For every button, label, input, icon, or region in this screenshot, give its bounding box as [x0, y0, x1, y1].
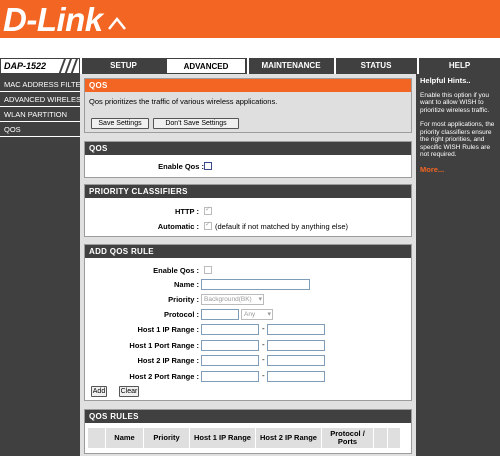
qos-rules-title: QOS RULES [85, 410, 411, 423]
column-header-name: Name [106, 428, 144, 448]
left-sidebar: MAC ADDRESS FILTER ADVANCED WIRELESS WLA… [0, 74, 86, 456]
sidebar-item-qos[interactable]: QOS [0, 123, 80, 137]
hint-text: For most applications, the priority clas… [420, 121, 495, 158]
page-title: QOS [85, 79, 411, 92]
host1-ip-end-input[interactable] [267, 324, 325, 335]
tab-setup[interactable]: SETUP [80, 58, 165, 74]
automatic-checkbox[interactable] [204, 220, 212, 230]
priority-label: Priority : [168, 295, 199, 304]
priority-classifiers-panel: PRIORITY CLASSIFIERS HTTP : Automatic : … [84, 184, 412, 237]
enable-qos-label: Enable Qos : [158, 162, 204, 171]
host2-ip-end-input[interactable] [267, 355, 325, 366]
qos-panel: QOS Enable Qos : [84, 141, 412, 178]
tab-advanced[interactable]: ADVANCED [166, 58, 246, 74]
rule-enable-qos-label: Enable Qos : [153, 266, 199, 275]
add-qos-rule-panel: ADD QOS RULE Enable Qos : Name : Priorit… [84, 244, 412, 401]
host1-port-end-input[interactable] [267, 340, 325, 351]
range-separator: - [262, 324, 265, 333]
http-label: HTTP : [174, 207, 199, 216]
hints-title: Helpful Hints.. [420, 76, 471, 85]
sidebar-item-wlan-partition[interactable]: WLAN PARTITION [0, 108, 80, 122]
priority-classifiers-title: PRIORITY CLASSIFIERS [85, 185, 411, 198]
priority-select[interactable]: Background(BK) [201, 294, 264, 305]
rule-enable-qos-checkbox[interactable] [204, 266, 212, 274]
range-separator: - [262, 355, 265, 364]
range-separator: - [262, 340, 265, 349]
host1-port-range-label: Host 1 Port Range : [129, 341, 199, 350]
qos-rules-table-header: Name Priority Host 1 IP Range Host 2 IP … [88, 428, 401, 448]
column-header-protocol-ports: Protocol / Ports [322, 428, 374, 448]
more-link[interactable]: More... [420, 165, 496, 174]
host1-ip-range-label: Host 1 IP Range : [137, 325, 199, 334]
dont-save-settings-button[interactable]: Don't Save Settings [153, 118, 239, 129]
host2-port-end-input[interactable] [267, 371, 325, 382]
qos-section-title: QOS [85, 142, 411, 155]
model-slash [70, 59, 78, 75]
automatic-label: Automatic : [157, 222, 199, 231]
tab-maintenance[interactable]: MAINTENANCE [247, 58, 333, 74]
intro-panel: QOS Qos prioritizes the traffic of vario… [84, 78, 412, 133]
header-band [0, 38, 500, 52]
host2-ip-range-label: Host 2 IP Range : [137, 356, 199, 365]
sidebar-item-mac-address-filter[interactable]: MAC ADDRESS FILTER [0, 78, 86, 92]
clear-rule-button[interactable]: Clear [119, 386, 139, 397]
intro-description: Qos prioritizes the traffic of various w… [89, 97, 278, 106]
table-header-blank [388, 428, 401, 448]
header-banner: D-Link [0, 0, 500, 52]
add-qos-rule-title: ADD QOS RULE [85, 245, 411, 258]
table-header-blank [374, 428, 388, 448]
helpful-hints-panel: Helpful Hints.. Enable this option if yo… [416, 74, 500, 456]
tab-help[interactable]: HELP [417, 58, 500, 74]
protocol-label: Protocol : [164, 310, 199, 319]
sidebar-item-advanced-wireless[interactable]: ADVANCED WIRELESS [0, 93, 86, 107]
host2-port-range-label: Host 2 Port Range : [129, 372, 199, 381]
http-checkbox[interactable] [204, 205, 212, 215]
hint-text: Enable this option if you want to allow … [420, 91, 490, 114]
host1-port-start-input[interactable] [201, 340, 259, 351]
table-header-blank [88, 428, 106, 448]
host2-port-start-input[interactable] [201, 371, 259, 382]
protocol-select[interactable]: Any [241, 309, 273, 320]
column-header-host2-ip-range: Host 2 IP Range [256, 428, 322, 448]
save-settings-button[interactable]: Save Settings [91, 118, 149, 129]
enable-qos-checkbox[interactable] [204, 162, 212, 170]
column-header-host1-ip-range: Host 1 IP Range [190, 428, 256, 448]
name-label: Name : [173, 280, 199, 289]
host2-ip-start-input[interactable] [201, 355, 259, 366]
tab-status[interactable]: STATUS [334, 58, 416, 74]
protocol-number-input[interactable] [201, 309, 239, 320]
host1-ip-start-input[interactable] [201, 324, 259, 335]
model-badge: DAP-1522 [0, 58, 80, 75]
range-separator: - [262, 371, 265, 380]
rule-name-input[interactable] [201, 279, 310, 290]
add-rule-button[interactable]: Add [91, 386, 107, 397]
logo-signal-icon [108, 16, 126, 30]
column-header-priority: Priority [144, 428, 190, 448]
model-label: DAP-1522 [4, 61, 47, 71]
d-link-logo: D-Link [3, 1, 103, 38]
automatic-note: (default if not matched by anything else… [215, 222, 348, 231]
